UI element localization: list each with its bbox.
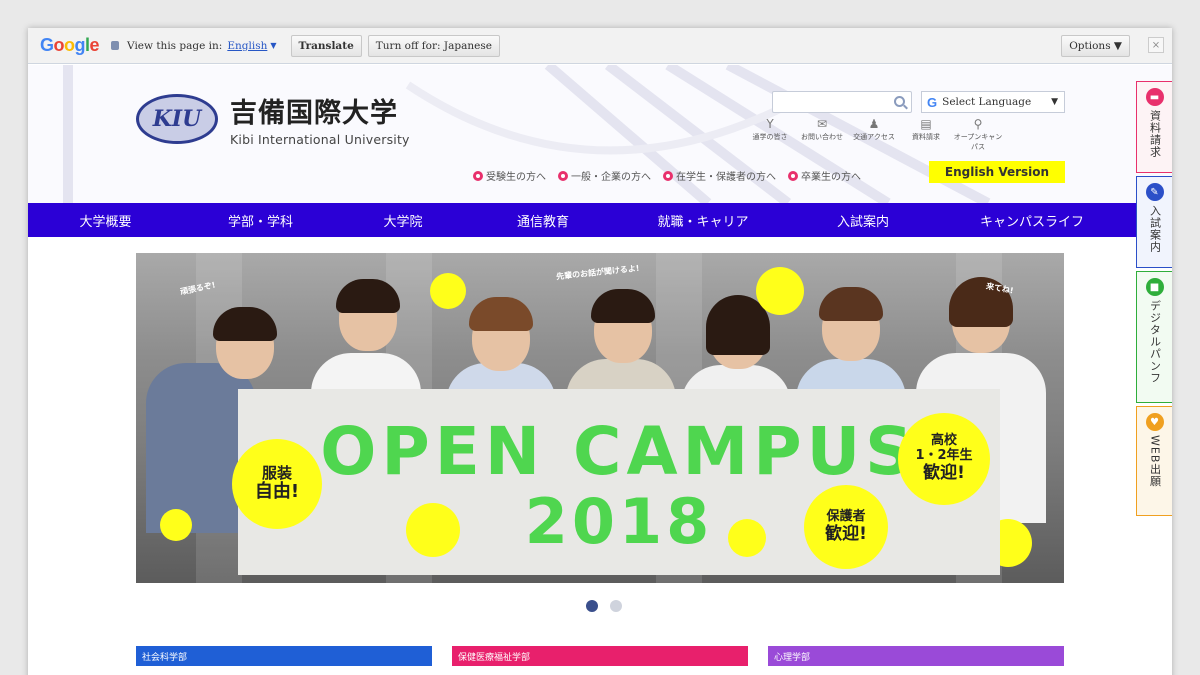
- department-social-sciences[interactable]: 社会科学部: [136, 646, 432, 666]
- nav-item-faculties[interactable]: 学部・学科: [183, 211, 338, 230]
- slide-dot-active[interactable]: [586, 600, 598, 612]
- decoration-dot: [756, 267, 804, 315]
- site-header: KIU 吉備国際大学 Kibi International University…: [28, 65, 1172, 203]
- decoration-dot: [430, 273, 466, 309]
- arrow-circle-icon: [558, 170, 568, 181]
- web-icon: ♥: [1145, 413, 1164, 431]
- search-input[interactable]: [773, 94, 883, 115]
- pen-icon: ✎: [1145, 183, 1164, 201]
- logo-english-name: Kibi International University: [230, 132, 410, 147]
- document-icon: ▬: [1145, 88, 1164, 106]
- language-dropdown[interactable]: English: [227, 40, 267, 52]
- side-tab-admissions[interactable]: ✎ 入試案内: [1136, 176, 1172, 268]
- person-icon: ♟: [868, 117, 880, 131]
- slide-dot[interactable]: [610, 600, 622, 612]
- audience-links: 受験生の方へ 一般・企業の方へ 在学生・保護者の方へ 卒業生の方へ: [473, 168, 873, 183]
- nav-item-campus-life[interactable]: キャンパスライフ: [938, 211, 1126, 230]
- book-icon: ■: [1145, 278, 1164, 296]
- speech-text: 先輩のお話が聞けるよ!: [555, 263, 640, 282]
- logo-emblem: KIU: [136, 94, 218, 144]
- nav-item-admissions[interactable]: 入試案内: [788, 211, 938, 230]
- utility-label: 交通アクセス: [853, 133, 895, 141]
- side-tab-request[interactable]: ▬ 資料請求: [1136, 81, 1172, 173]
- utility-link-2[interactable]: ✉ お問い合わせ: [796, 117, 848, 152]
- nav-item-graduate[interactable]: 大学院: [338, 211, 468, 230]
- lock-icon: [111, 41, 120, 50]
- bicycle-icon: ⚲: [973, 117, 983, 131]
- side-tab-label: WEB出願: [1148, 435, 1162, 488]
- utility-label: 通学の皆さ: [752, 133, 788, 141]
- banner-title: OPEN CAMPUS: [320, 413, 918, 490]
- site-search: [772, 91, 912, 115]
- badge-line: 服装: [261, 464, 292, 483]
- side-tab-web-application[interactable]: ♥ WEB出願: [1136, 406, 1172, 516]
- google-translate-bar: Google View this page in: English ▼ Tran…: [28, 28, 1172, 64]
- nav-item-about[interactable]: 大学概要: [28, 211, 183, 230]
- arrow-circle-icon: [788, 170, 798, 181]
- department-psychology[interactable]: 心理学部: [768, 646, 1064, 666]
- search-icon[interactable]: [894, 96, 905, 107]
- close-icon[interactable]: ×: [1148, 37, 1164, 53]
- audience-label: 一般・企業の方へ: [571, 172, 651, 183]
- view-page-label: View this page in:: [127, 39, 223, 52]
- utility-link-3[interactable]: ♟ 交通アクセス: [848, 117, 900, 152]
- slider-pagination: [580, 600, 628, 612]
- audience-link-applicants[interactable]: 受験生の方へ: [473, 168, 546, 183]
- utility-links: Y 通学の皆さ ✉ お問い合わせ ♟ 交通アクセス ▤ 資料請求 ⚲ オープンキャンパス: [744, 117, 1004, 152]
- turn-off-button[interactable]: Turn off for: Japanese: [367, 34, 500, 57]
- audience-label: 受験生の方へ: [486, 172, 546, 183]
- audience-label: 在学生・保護者の方へ: [676, 172, 776, 183]
- mail-icon: ✉: [816, 117, 828, 131]
- main-nav: 大学概要 学部・学科 大学院 通信教育 就職・キャリア 入試案内 キャンパスライ…: [28, 203, 1136, 237]
- utility-link-1[interactable]: Y 通学の皆さ: [744, 117, 796, 152]
- badge-line: 自由!: [254, 481, 300, 503]
- utility-label: 資料請求: [912, 133, 940, 141]
- select-language-label: Select Language: [942, 96, 1032, 108]
- audience-link-students[interactable]: 在学生・保護者の方へ: [663, 168, 776, 183]
- side-tab-digital-pamphlet[interactable]: ■ デジタルパンフ: [1136, 271, 1172, 403]
- google-logo: Google: [40, 35, 100, 55]
- browser-window: Google View this page in: English ▼ Tran…: [28, 28, 1172, 675]
- logo-japanese-name: 吉備国際大学: [230, 98, 398, 129]
- google-g-icon: G: [927, 94, 938, 110]
- audience-link-general[interactable]: 一般・企業の方へ: [558, 168, 651, 183]
- badge-dress-code: 服装 自由!: [232, 439, 322, 529]
- hero-slide[interactable]: OPEN CAMPUS 2018 服装 自由! 高校 1・2年生 歓迎! 保護者…: [136, 253, 1064, 583]
- select-language-dropdown[interactable]: G Select Language ▼: [921, 91, 1065, 113]
- utility-label: オープンキャンパス: [953, 133, 1003, 151]
- badge-line: 歓迎!: [825, 523, 867, 544]
- decoration-dot: [728, 519, 766, 557]
- nav-item-career[interactable]: 就職・キャリア: [618, 211, 788, 230]
- side-tab-label: 資料請求: [1148, 110, 1162, 158]
- options-button[interactable]: Options ▼: [1061, 35, 1130, 57]
- chevron-down-icon: ▼: [1051, 97, 1058, 107]
- document-icon: ▤: [920, 117, 932, 131]
- audience-label: 卒業生の方へ: [801, 172, 861, 183]
- department-health-welfare[interactable]: 保健医療福祉学部: [452, 646, 748, 666]
- university-logo[interactable]: KIU 吉備国際大学 Kibi International University: [136, 91, 410, 147]
- decoration-dot: [160, 509, 192, 541]
- english-version-button[interactable]: English Version: [929, 161, 1065, 183]
- decoration-dot: [406, 503, 460, 557]
- badge-line: 高校: [930, 433, 957, 449]
- antenna-icon: Y: [766, 117, 774, 131]
- badge-highschool-welcome: 高校 1・2年生 歓迎!: [898, 413, 990, 505]
- audience-link-alumni[interactable]: 卒業生の方へ: [788, 168, 861, 183]
- badge-line: 保護者: [826, 508, 866, 524]
- arrow-circle-icon: [473, 170, 483, 181]
- side-tab-label: 入試案内: [1148, 205, 1162, 253]
- utility-link-5[interactable]: ⚲ オープンキャンパス: [952, 117, 1004, 152]
- badge-line: 1・2年生: [915, 448, 973, 464]
- utility-label: お問い合わせ: [801, 133, 843, 141]
- nav-item-distance[interactable]: 通信教育: [468, 211, 618, 230]
- translate-button[interactable]: Translate: [290, 34, 362, 57]
- arrow-circle-icon: [663, 170, 673, 181]
- utility-link-4[interactable]: ▤ 資料請求: [900, 117, 952, 152]
- badge-line: 歓迎!: [923, 463, 965, 484]
- side-tab-label: デジタルパンフ: [1148, 300, 1162, 384]
- chevron-down-icon[interactable]: ▼: [270, 41, 276, 50]
- badge-parents-welcome: 保護者 歓迎!: [804, 485, 888, 569]
- open-campus-banner: OPEN CAMPUS 2018: [238, 389, 1000, 575]
